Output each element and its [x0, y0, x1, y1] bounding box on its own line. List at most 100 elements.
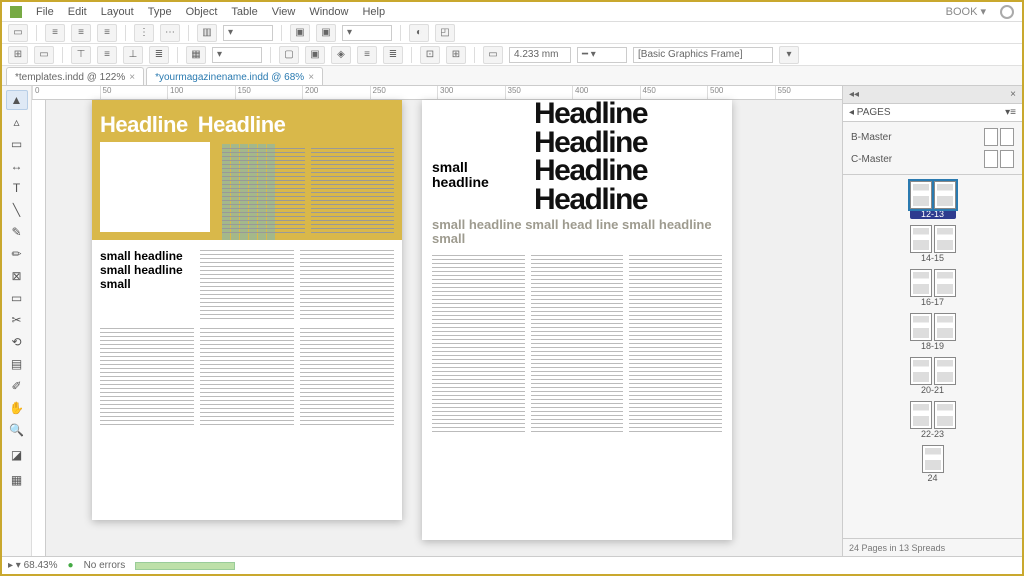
- page-tool[interactable]: ▭: [6, 134, 28, 154]
- progress-bar: [135, 562, 235, 570]
- fit-icon[interactable]: ⊡: [420, 46, 440, 64]
- panel-menu-icon[interactable]: ▾≡: [1005, 107, 1016, 118]
- rect-frame-tool[interactable]: ⊠: [6, 266, 28, 286]
- hero-headline-2: Headline: [198, 112, 286, 138]
- stroke-weight-field[interactable]: 4.233 mm: [509, 47, 571, 63]
- menu-table[interactable]: Table: [231, 6, 257, 18]
- zoom-field[interactable]: ▸ ▾ 68.43%: [8, 560, 58, 571]
- line-tool[interactable]: ╲: [6, 200, 28, 220]
- master-thumb: [984, 128, 1014, 146]
- type-tool[interactable]: T: [6, 178, 28, 198]
- menu-layout[interactable]: Layout: [101, 6, 134, 18]
- wrap-shape-icon[interactable]: ◈: [331, 46, 351, 64]
- valign-bot-icon[interactable]: ⊥: [123, 46, 143, 64]
- pencil-tool[interactable]: ✏: [6, 244, 28, 264]
- search-icon[interactable]: [1000, 5, 1014, 19]
- spread-thumb[interactable]: 12-13: [910, 181, 956, 219]
- text-wrap2-icon[interactable]: ▣: [316, 24, 336, 42]
- page-right[interactable]: small headline Headline Headline Headlin…: [422, 100, 732, 540]
- rect-tool[interactable]: ▭: [6, 288, 28, 308]
- panel-header[interactable]: ◂◂ ×: [843, 86, 1022, 104]
- valign-top-icon[interactable]: ⊤: [71, 46, 91, 64]
- menu-type[interactable]: Type: [148, 6, 172, 18]
- body-columns: [432, 255, 722, 435]
- page-left[interactable]: Headline Headline small headline small h…: [92, 100, 402, 520]
- hero-block[interactable]: Headline Headline: [92, 100, 402, 240]
- align-right-icon[interactable]: ≡: [97, 24, 117, 42]
- subhead[interactable]: small headline small head line small hea…: [432, 218, 722, 247]
- menu-file[interactable]: File: [36, 6, 54, 18]
- canvas[interactable]: 0 50 100 150 200 250 300 350 400 450 500…: [32, 86, 842, 556]
- toolbox: ▲ ▵ ▭ ↔ T ╲ ✎ ✏ ⊠ ▭ ✂ ⟲ ▤ ✐ ✋ 🔍 ◪ ▦: [2, 86, 32, 556]
- master-b[interactable]: B-Master: [843, 126, 1022, 148]
- zoom-tool[interactable]: 🔍: [6, 420, 28, 440]
- tab-templates[interactable]: *templates.indd @ 122% ×: [6, 67, 144, 85]
- hand-tool[interactable]: ✋: [6, 398, 28, 418]
- collapse-icon[interactable]: ◂◂: [849, 89, 859, 100]
- big-headline-stack[interactable]: Headline Headline Headline Headline: [534, 100, 722, 214]
- valign-just-icon[interactable]: ≣: [149, 46, 169, 64]
- wrap-jump-icon[interactable]: ≡: [357, 46, 377, 64]
- close-icon[interactable]: ×: [1010, 89, 1016, 100]
- spread-thumb[interactable]: 22-23: [910, 401, 956, 439]
- menu-edit[interactable]: Edit: [68, 6, 87, 18]
- object-style-field[interactable]: [Basic Graphics Frame]: [633, 47, 773, 63]
- transform-tool[interactable]: ⟲: [6, 332, 28, 352]
- anchor-icon[interactable]: ⊞: [8, 46, 28, 64]
- spread-thumb[interactable]: 16-17: [910, 269, 956, 307]
- pen-tool[interactable]: ✎: [6, 222, 28, 242]
- image-placeholder[interactable]: [100, 142, 210, 232]
- pages-list[interactable]: 12-13 14-15 16-17 18-19 20-21 22-23 24: [843, 175, 1022, 538]
- wrap-none-icon[interactable]: ▢: [279, 46, 299, 64]
- align-center-icon[interactable]: ≡: [71, 24, 91, 42]
- tab-magazine[interactable]: *yourmagazinename.indd @ 68% ×: [146, 67, 323, 85]
- spread-thumb[interactable]: 24: [922, 445, 944, 483]
- workspace-dropdown[interactable]: BOOK ▾: [946, 5, 986, 18]
- gap-tool[interactable]: ↔: [6, 156, 28, 176]
- small-headline[interactable]: small headline: [432, 100, 522, 214]
- inset-icon[interactable]: ▦: [186, 46, 206, 64]
- preflight-status[interactable]: No errors: [84, 560, 126, 571]
- view-mode-icon[interactable]: ▦: [6, 470, 28, 490]
- eyedropper-tool[interactable]: ✐: [6, 376, 28, 396]
- greek-text: [222, 148, 394, 234]
- valign-mid-icon[interactable]: ≡: [97, 46, 117, 64]
- frame-icon[interactable]: ▭: [34, 46, 54, 64]
- menu-window[interactable]: Window: [309, 6, 348, 18]
- gradient-tool[interactable]: ▤: [6, 354, 28, 374]
- fit2-icon[interactable]: ⊞: [446, 46, 466, 64]
- menu-object[interactable]: Object: [186, 6, 218, 18]
- effects-icon[interactable]: ◐: [409, 24, 429, 42]
- scissors-tool[interactable]: ✂: [6, 310, 28, 330]
- stroke-style-dropdown[interactable]: ━ ▾: [577, 47, 627, 63]
- close-icon[interactable]: ×: [308, 72, 314, 83]
- wrap-dropdown[interactable]: ▾: [342, 25, 392, 41]
- wrap-col-icon[interactable]: ≣: [383, 46, 403, 64]
- spread-thumb[interactable]: 18-19: [910, 313, 956, 351]
- field-dropdown[interactable]: ▾: [223, 25, 273, 41]
- small-headline-stack[interactable]: small headline small headline small: [100, 250, 190, 320]
- fill-stroke-icon[interactable]: ◪: [6, 442, 28, 468]
- menu-view[interactable]: View: [272, 6, 296, 18]
- inset-dropdown[interactable]: ▾: [212, 47, 262, 63]
- direct-select-tool[interactable]: ▵: [6, 112, 28, 132]
- spread-thumb[interactable]: 14-15: [910, 225, 956, 263]
- close-icon[interactable]: ×: [129, 72, 135, 83]
- tab-label: *templates.indd @ 122%: [15, 72, 125, 83]
- stroke-icon[interactable]: ▭: [483, 46, 503, 64]
- master-c[interactable]: C-Master: [843, 148, 1022, 170]
- distribute-h-icon[interactable]: ⋯: [160, 24, 180, 42]
- corner-icon[interactable]: ◰: [435, 24, 455, 42]
- align-left-icon[interactable]: ≡: [45, 24, 65, 42]
- spread-thumb[interactable]: 20-21: [910, 357, 956, 395]
- text-wrap-icon[interactable]: ▣: [290, 24, 310, 42]
- columns-icon[interactable]: ▥: [197, 24, 217, 42]
- panel-title: ◂ PAGES: [849, 107, 891, 118]
- wrap-bound-icon[interactable]: ▣: [305, 46, 325, 64]
- panel-tab[interactable]: ◂ PAGES ▾≡: [843, 104, 1022, 122]
- page-icon[interactable]: ▭: [8, 24, 28, 42]
- more-icon[interactable]: ▾: [779, 46, 799, 64]
- menu-help[interactable]: Help: [362, 6, 385, 18]
- distribute-icon[interactable]: ⋮: [134, 24, 154, 42]
- selection-tool[interactable]: ▲: [6, 90, 28, 110]
